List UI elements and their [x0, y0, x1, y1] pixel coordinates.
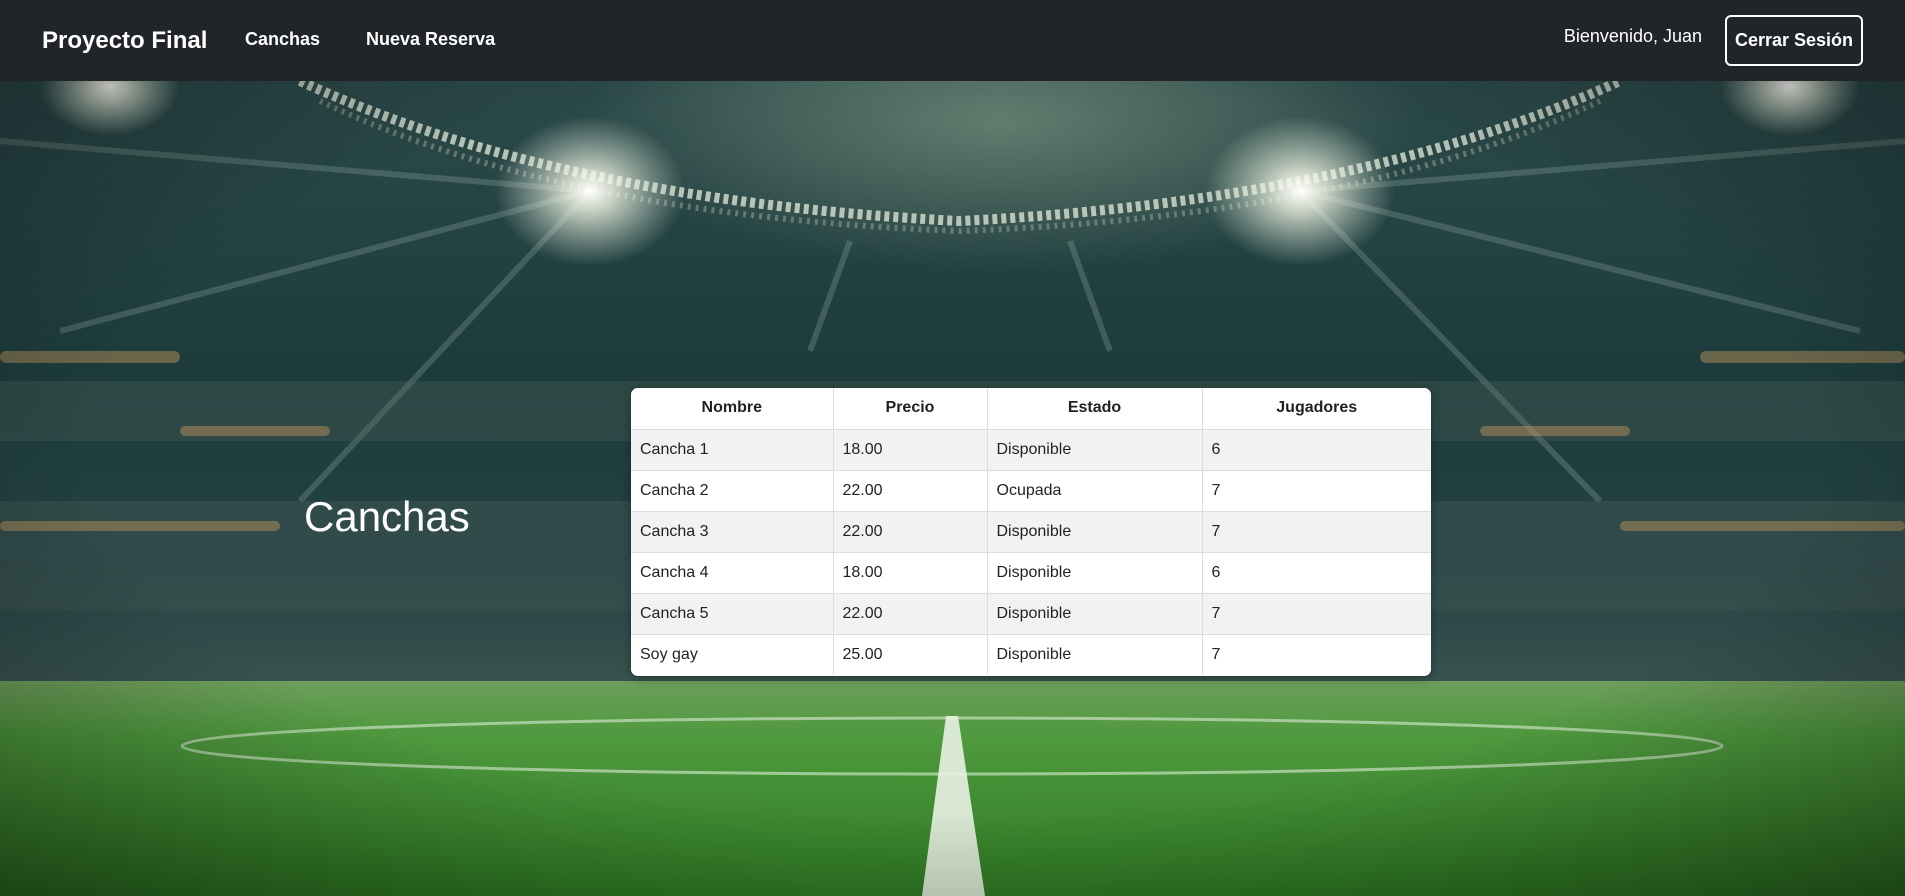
nav-link-nueva-reserva[interactable]: Nueva Reserva	[366, 29, 495, 50]
cell-precio: 25.00	[833, 634, 988, 675]
nav-link-canchas[interactable]: Canchas	[245, 29, 320, 50]
cell-jugadores: 6	[1202, 429, 1431, 471]
table-row: Cancha 3 22.00 Disponible 7	[631, 511, 1431, 553]
cell-jugadores: 6	[1202, 552, 1431, 594]
top-navbar: Proyecto Final Canchas Nueva Reserva Bie…	[0, 0, 1905, 81]
canchas-table-card: Nombre Precio Estado Jugadores Cancha 1 …	[631, 388, 1431, 676]
cell-nombre: Cancha 5	[631, 593, 834, 635]
column-header-estado: Estado	[987, 388, 1203, 430]
cell-jugadores: 7	[1202, 470, 1431, 512]
brand-link[interactable]: Proyecto Final	[42, 27, 207, 55]
cell-jugadores: 7	[1202, 634, 1431, 675]
logout-button[interactable]: Cerrar Sesión	[1725, 15, 1863, 66]
welcome-text: Bienvenido, Juan	[1563, 26, 1702, 46]
cell-nombre: Cancha 2	[631, 470, 834, 512]
cell-estado: Disponible	[987, 429, 1203, 471]
cell-nombre: Cancha 1	[631, 429, 834, 471]
cell-precio: 18.00	[833, 429, 988, 471]
cell-estado: Disponible	[987, 511, 1203, 553]
table-row: Soy gay 25.00 Disponible 7	[631, 634, 1431, 675]
cell-estado: Disponible	[987, 593, 1203, 635]
cell-nombre: Cancha 4	[631, 552, 834, 594]
column-header-nombre: Nombre	[631, 388, 834, 430]
cell-jugadores: 7	[1202, 511, 1431, 553]
cell-estado: Disponible	[987, 552, 1203, 594]
cell-jugadores: 7	[1202, 593, 1431, 635]
cell-estado: Ocupada	[987, 470, 1203, 512]
cell-nombre: Cancha 3	[631, 511, 834, 553]
table-row: Cancha 1 18.00 Disponible 6	[631, 429, 1431, 471]
cell-precio: 22.00	[833, 511, 988, 553]
cell-precio: 22.00	[833, 593, 988, 635]
cell-nombre: Soy gay	[631, 634, 834, 675]
cell-precio: 18.00	[833, 552, 988, 594]
cell-precio: 22.00	[833, 470, 988, 512]
cell-estado: Disponible	[987, 634, 1203, 675]
page: Proyecto Final Canchas Nueva Reserva Bie…	[0, 0, 1905, 896]
canchas-table: Nombre Precio Estado Jugadores Cancha 1 …	[631, 388, 1431, 675]
column-header-precio: Precio	[833, 388, 988, 430]
table-row: Cancha 2 22.00 Ocupada 7	[631, 470, 1431, 512]
table-row: Cancha 5 22.00 Disponible 7	[631, 593, 1431, 635]
column-header-jugadores: Jugadores	[1202, 388, 1431, 430]
table-row: Cancha 4 18.00 Disponible 6	[631, 552, 1431, 594]
table-header-row: Nombre Precio Estado Jugadores	[631, 388, 1431, 430]
page-title: Canchas	[304, 493, 470, 540]
